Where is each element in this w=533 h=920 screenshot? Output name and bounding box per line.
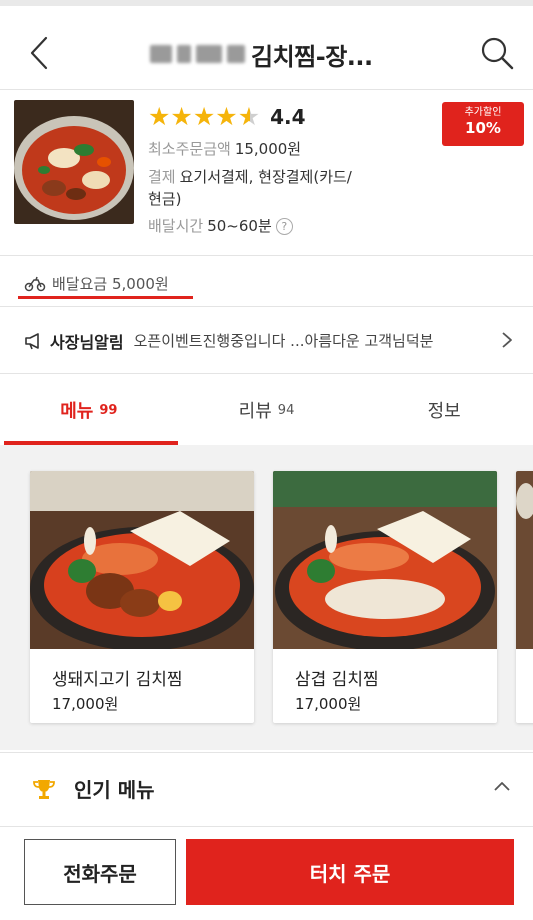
- bottom-action-bar: 전화주문 터치 주문: [0, 826, 533, 920]
- delivery-fee-row: 배달요금 5,000원: [0, 257, 533, 307]
- chevron-right-icon: [502, 332, 512, 348]
- scooter-icon: [24, 276, 46, 291]
- menu-card[interactable]: 삼겹 김치찜 17,000원: [273, 471, 497, 723]
- store-title: 김치찜-장...: [150, 34, 373, 74]
- payment-label: 결제: [148, 168, 176, 186]
- chevron-up-icon[interactable]: [492, 779, 512, 793]
- star-icon: ★: [148, 102, 171, 131]
- blurred-store-name: [150, 45, 245, 63]
- back-arrow-icon[interactable]: [22, 30, 62, 76]
- menu-image: [516, 471, 533, 649]
- tab-menu-label: 메뉴: [60, 401, 94, 422]
- page-title: 김치찜-장...: [251, 42, 373, 71]
- menu-image: [273, 471, 497, 651]
- delivery-fee: 배달요금 5,000원: [24, 273, 169, 294]
- menu-name: 삼겹 김치찜: [295, 670, 379, 690]
- delivery-time-row: 배달시간 50~60분?: [148, 215, 293, 236]
- trophy-icon: [33, 779, 55, 799]
- touch-order-button[interactable]: 터치 주문: [186, 839, 514, 905]
- menu-card[interactable]: 생돼지고기 김치찜 17,000원: [30, 471, 254, 723]
- store-info: ★ ★ ★ ★ ★ 4.4 최소주문금액 15,000원 결제 요기서결제, 현장결…: [0, 90, 533, 256]
- min-order-value: 15,000원: [234, 140, 302, 158]
- rating-stars: ★ ★ ★ ★ ★ 4.4: [148, 104, 306, 130]
- menu-price: 17,000원: [295, 695, 362, 713]
- min-order-label: 최소주문금액: [148, 140, 231, 158]
- delivery-time-value: 50~60분: [207, 217, 272, 235]
- star-icon: ★: [170, 102, 193, 131]
- notice-message: 오픈이벤트진행중입니다 ...아름다운 고객님덕분: [133, 332, 434, 350]
- top-bar: 김치찜-장...: [0, 0, 533, 90]
- payment-row: 결제 요기서결제, 현장결제(카드/: [148, 166, 352, 187]
- discount-value: 10%: [465, 119, 501, 137]
- popular-menu-label: 인기 메뉴: [74, 778, 155, 802]
- menu-image: [30, 471, 254, 651]
- tab-review[interactable]: 리뷰 94: [178, 375, 356, 445]
- popular-menu-header[interactable]: 인기 메뉴: [0, 752, 533, 824]
- help-icon[interactable]: ?: [275, 218, 293, 235]
- tab-review-count: 94: [277, 402, 295, 418]
- delivery-fee-text: 배달요금 5,000원: [52, 275, 169, 293]
- megaphone-icon: [25, 332, 39, 349]
- notice-title: 사장님알림: [50, 332, 124, 352]
- discount-badge: 추가할인 10%: [442, 102, 524, 146]
- menu-name: 생돼지고기 김치찜: [52, 670, 183, 690]
- tab-menu-count: 99: [99, 402, 118, 418]
- tab-bar: 메뉴 99 리뷰 94 정보: [0, 375, 533, 445]
- discount-label: 추가할인: [464, 107, 502, 118]
- payment-value-cont: 현금): [148, 190, 182, 208]
- tab-review-label: 리뷰: [238, 401, 272, 422]
- tab-menu[interactable]: 메뉴 99: [0, 375, 178, 445]
- delivery-time-label: 배달시간: [148, 217, 204, 235]
- half-star-icon: ★: [237, 102, 261, 131]
- star-icon: ★: [192, 102, 216, 131]
- payment-row-cont: 현금): [148, 188, 181, 209]
- menu-price: 17,000원: [52, 695, 119, 713]
- rating-value: 4.4: [270, 105, 306, 129]
- star-icon: ★: [215, 102, 238, 131]
- phone-order-button[interactable]: 전화주문: [24, 839, 176, 905]
- delivery-fee-underline: [18, 296, 193, 299]
- tab-info-label: 정보: [427, 401, 461, 422]
- owner-notice[interactable]: 사장님알림 오픈이벤트진행중입니다 ...아름다운 고객님덕분: [0, 308, 533, 374]
- min-order-row: 최소주문금액 15,000원: [148, 138, 301, 159]
- store-thumbnail: [14, 100, 134, 224]
- payment-value: 요기서결제, 현장결제(카드/: [179, 168, 352, 186]
- menu-card-partial[interactable]: [516, 471, 533, 723]
- search-icon[interactable]: [476, 32, 518, 74]
- menu-carousel[interactable]: 생돼지고기 김치찜 17,000원 삼겹 김치찜 17,000원: [0, 445, 533, 750]
- tab-info[interactable]: 정보: [355, 375, 533, 445]
